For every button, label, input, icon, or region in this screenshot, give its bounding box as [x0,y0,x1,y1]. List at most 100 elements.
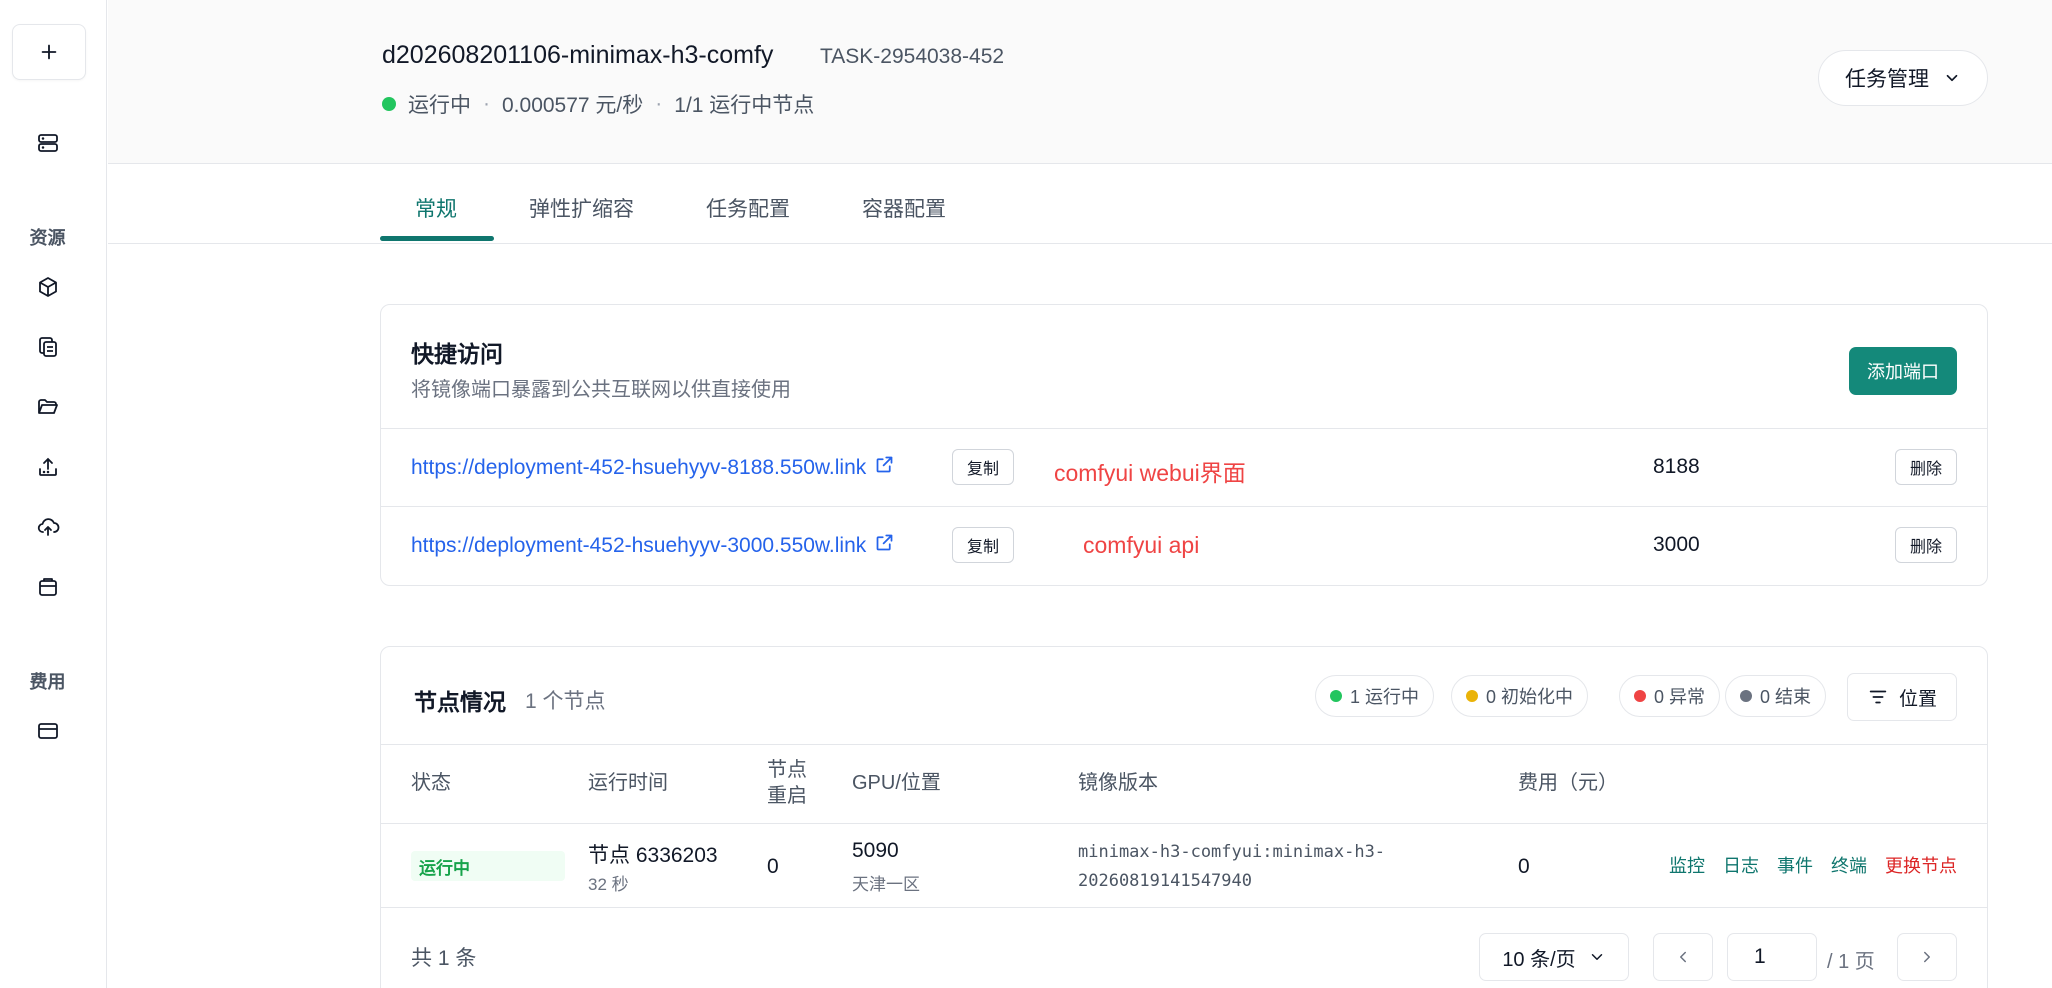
tab-general[interactable]: 常规 [415,193,457,223]
location-filter-button[interactable]: 位置 [1847,673,1957,721]
port-link[interactable]: https://deployment-452-hsuehyyv-8188.550… [411,454,895,481]
chevron-down-icon [1946,74,1958,82]
column-header-restarts: 节点 重启 [767,759,807,807]
running-nodes-text: 1/1 运行中节点 [674,94,815,117]
total-count: 共 1 条 [411,947,477,970]
image-version: minimax-h3-comfyui:minimax-h3- 202608191… [1078,838,1438,896]
replace-node-link[interactable]: 更换节点 [1885,852,1957,878]
copy-files-icon[interactable] [33,332,63,362]
price-text: 0.000577 元/秒 [502,94,644,117]
active-tab-indicator [380,236,494,241]
pagination-bar: 共 1 条 10 条/页 1 / 1 页 [381,909,1987,988]
status-line: 运行中 · 0.000577 元/秒 · 1/1 运行中节点 [382,89,814,119]
filter-pill-ended[interactable]: 0 结束 [1725,675,1827,717]
server-icon[interactable] [33,128,63,158]
node-id: 节点 6336203 [588,844,718,867]
tab-container-config[interactable]: 容器配置 [862,193,946,223]
add-port-button[interactable]: 添加端口 [1849,347,1957,395]
plus-icon [41,44,57,60]
external-link-icon[interactable] [874,454,895,481]
nodes-count: 1 个节点 [525,690,606,713]
gpu-model: 5090 [852,839,899,862]
separator: · [655,92,663,115]
new-button[interactable] [12,24,86,80]
tab-bar: 常规 弹性扩缩容 任务配置 容器配置 [108,165,2052,244]
page-size-label: 10 条/页 [1502,948,1576,971]
running-dot-icon [382,97,396,111]
chevron-down-icon [1591,954,1602,960]
events-link[interactable]: 事件 [1777,852,1813,878]
monitor-link[interactable]: 监控 [1669,852,1705,878]
port-url[interactable]: https://deployment-452-hsuehyyv-3000.550… [411,534,866,558]
sidebar: 资源 费用 [0,0,107,988]
tab-task-config[interactable]: 任务配置 [706,193,790,223]
image-version-line: minimax-h3-comfyui:minimax-h3- [1078,842,1386,862]
chevron-left-icon [1680,951,1686,963]
quick-access-card: 快捷访问 将镜像端口暴露到公共互联网以供直接使用 添加端口 https://de… [380,304,1988,586]
port-annotation: comfyui api [1083,532,1200,558]
port-annotation: comfyui webui界面 [1054,460,1246,486]
column-header-cost: 费用（元） [1518,772,1618,794]
pill-label: 1 运行中 [1350,687,1420,707]
node-cost: 0 [1518,855,1530,878]
task-management-dropdown[interactable]: 任务管理 [1818,50,1988,106]
filter-pill-error[interactable]: 0 异常 [1619,675,1721,717]
separator: · [483,92,490,115]
filter-pill-initializing[interactable]: 0 初始化中 [1451,675,1589,717]
column-header-image-version: 镜像版本 [1078,772,1158,794]
next-page-button[interactable] [1897,933,1957,981]
column-header-uptime: 运行时间 [588,772,668,794]
sidebar-section-resources: 资源 [29,228,66,248]
upload-icon[interactable] [33,452,63,482]
filter-pill-running[interactable]: 1 运行中 [1315,675,1435,717]
store-icon[interactable] [33,572,63,602]
nodes-title: 节点情况 [414,689,506,715]
image-version-line: 20260819141547940 [1078,871,1252,891]
page-header: d202608201106-minimax-h3-comfy TASK-2954… [108,0,2052,164]
external-link-icon[interactable] [874,532,895,559]
node-uptime: 32 秒 [588,875,629,894]
green-dot-icon [1330,690,1342,702]
column-header-gpu-location: GPU/位置 [852,772,941,794]
prev-page-button[interactable] [1653,933,1713,981]
page-number-input[interactable]: 1 [1727,933,1817,981]
gray-dot-icon [1740,690,1752,702]
credit-card-icon[interactable] [33,716,63,746]
table-header: 状态 运行时间 节点 重启 GPU/位置 镜像版本 费用（元） [381,744,1987,824]
location-label: 位置 [1898,688,1937,710]
port-url[interactable]: https://deployment-452-hsuehyyv-8188.550… [411,456,866,480]
table-row: 运行中 节点 6336203 32 秒 0 5090 天津一区 minimax-… [381,824,1987,908]
tab-autoscaling[interactable]: 弹性扩缩容 [529,193,634,223]
pill-label: 0 异常 [1654,687,1706,707]
node-restarts: 0 [767,855,779,878]
delete-button[interactable]: 删除 [1895,449,1957,485]
pill-label: 0 初始化中 [1486,687,1574,707]
copy-button[interactable]: 复制 [952,449,1014,485]
port-row: https://deployment-452-hsuehyyv-8188.550… [381,428,1987,506]
filter-icon [1869,690,1887,704]
delete-button[interactable]: 删除 [1895,527,1957,563]
quick-access-subtitle: 将镜像端口暴露到公共互联网以供直接使用 [411,379,791,401]
status-text: 运行中 [408,94,471,117]
sidebar-section-billing: 费用 [29,672,66,692]
page-size-select[interactable]: 10 条/页 [1479,933,1629,981]
port-number: 8188 [1653,455,1700,478]
chevron-right-icon [1924,951,1930,963]
port-link[interactable]: https://deployment-452-hsuehyyv-3000.550… [411,532,895,559]
node-location: 天津一区 [852,875,920,894]
page-title: d202608201106-minimax-h3-comfy [382,41,774,69]
nodes-card: 节点情况 1 个节点 1 运行中 0 初始化中 0 异常 0 结束 位置 状态 … [380,646,1988,988]
cloud-upload-icon[interactable] [33,512,63,542]
task-id: TASK-2954038-452 [820,45,1005,68]
yellow-dot-icon [1466,690,1478,702]
pill-label: 0 结束 [1760,687,1812,707]
port-number: 3000 [1653,533,1700,556]
folder-open-icon[interactable] [33,392,63,422]
logs-link[interactable]: 日志 [1723,852,1759,878]
copy-button[interactable]: 复制 [952,527,1014,563]
terminal-link[interactable]: 终端 [1831,852,1867,878]
task-management-label: 任务管理 [1845,68,1929,91]
package-icon[interactable] [33,272,63,302]
port-row: https://deployment-452-hsuehyyv-3000.550… [381,506,1987,584]
column-header-status: 状态 [411,772,451,794]
